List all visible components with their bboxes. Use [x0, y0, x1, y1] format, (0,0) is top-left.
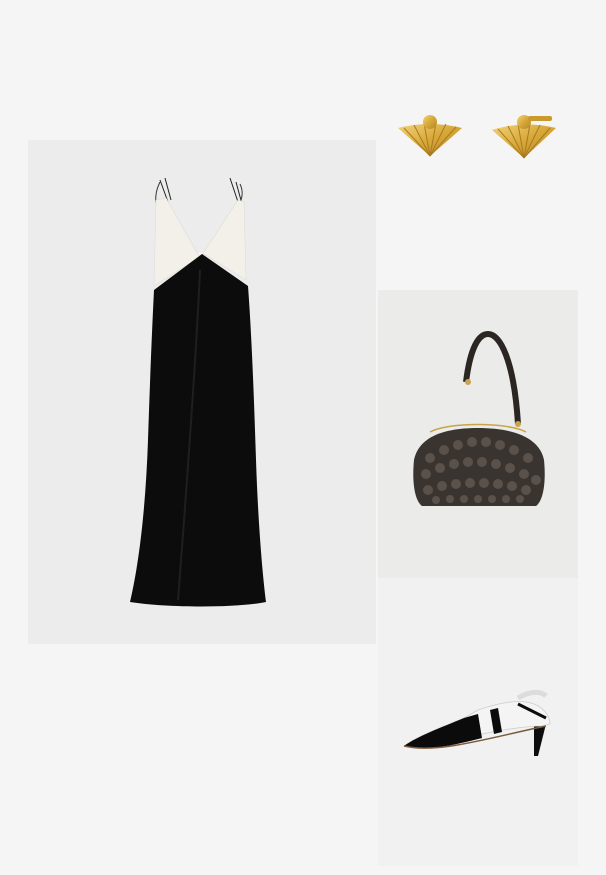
- bag-product-card[interactable]: [378, 290, 578, 578]
- earrings-product-card[interactable]: [386, 100, 576, 180]
- bag-image: [413, 330, 545, 506]
- shoe-image: [403, 689, 551, 756]
- dress-image: [130, 177, 266, 607]
- earrings-image: [398, 115, 556, 159]
- shoe-product-card[interactable]: [378, 578, 578, 866]
- dress-product-card[interactable]: [28, 140, 376, 644]
